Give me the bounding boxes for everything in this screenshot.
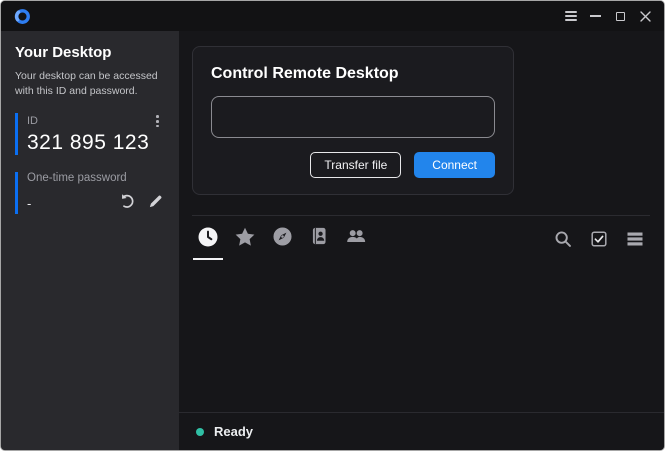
refresh-password-icon[interactable] (119, 193, 135, 214)
your-desktop-sidebar: Your Desktop Your desktop can be accesse… (1, 31, 179, 450)
status-text: Ready (214, 424, 253, 439)
one-time-password-section: One-time password - (15, 172, 165, 214)
search-icon[interactable] (549, 227, 577, 251)
menu-icon[interactable] (558, 1, 583, 31)
main-panel: Control Remote Desktop Transfer file Con… (179, 31, 664, 450)
control-remote-desktop-card: Control Remote Desktop Transfer file Con… (192, 46, 514, 195)
id-label: ID (27, 115, 38, 127)
titlebar (1, 1, 664, 31)
select-checkbox-icon[interactable] (585, 227, 613, 251)
connect-button[interactable]: Connect (414, 152, 495, 178)
sessions-toolbar (179, 216, 664, 260)
id-section: ID 321 895 123 (15, 113, 165, 155)
close-button[interactable] (633, 1, 658, 31)
desktop-id-value: 321 895 123 (27, 131, 165, 155)
status-dot-icon (196, 428, 204, 436)
app-logo-icon (13, 7, 31, 25)
minimize-button[interactable] (583, 1, 608, 31)
tab-recent-sessions[interactable] (193, 227, 223, 260)
otp-value: - (27, 196, 31, 211)
remote-id-input[interactable] (211, 96, 495, 138)
people-group-icon (345, 227, 367, 250)
edit-password-pencil-icon[interactable] (148, 194, 163, 214)
tab-favorites[interactable] (230, 227, 260, 260)
address-book-icon (310, 227, 328, 250)
id-menu-kebab-icon[interactable] (154, 113, 161, 129)
maximize-button[interactable] (608, 1, 633, 31)
clock-icon (198, 227, 218, 252)
control-card-title: Control Remote Desktop (211, 65, 495, 83)
tab-discovered[interactable] (267, 227, 297, 260)
star-icon (235, 227, 255, 252)
tab-group[interactable] (341, 227, 371, 260)
transfer-file-button[interactable]: Transfer file (310, 152, 401, 178)
otp-label: One-time password (27, 172, 165, 184)
session-list-empty-area (179, 260, 664, 412)
list-view-icon[interactable] (621, 227, 649, 251)
tab-address-book[interactable] (304, 227, 334, 260)
sidebar-title: Your Desktop (15, 44, 165, 61)
statusbar: Ready (179, 412, 664, 450)
compass-icon (273, 227, 292, 251)
sidebar-description: Your desktop can be accessed with this I… (15, 69, 165, 99)
rustdesk-window: Your Desktop Your desktop can be accesse… (0, 0, 665, 451)
